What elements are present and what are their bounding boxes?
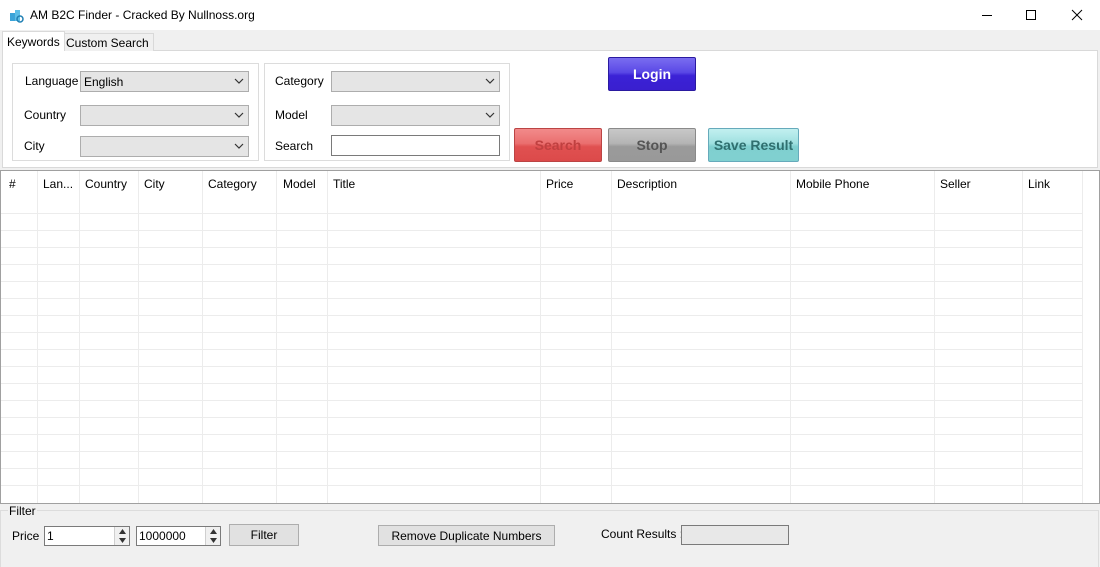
stepper-buttons bbox=[114, 527, 129, 545]
grid-line bbox=[1, 213, 1083, 214]
stepper-down-button[interactable] bbox=[206, 536, 220, 545]
grid-line bbox=[1, 315, 1083, 316]
minimize-icon bbox=[982, 15, 992, 16]
stepper-up-button[interactable] bbox=[115, 527, 129, 536]
country-select[interactable] bbox=[80, 105, 249, 126]
grid-line bbox=[790, 171, 791, 503]
search-input[interactable] bbox=[331, 135, 500, 156]
filter-group-label: Filter bbox=[8, 504, 37, 518]
language-select[interactable]: English bbox=[80, 71, 249, 92]
stepper-down-button[interactable] bbox=[115, 536, 129, 545]
column-header-title[interactable]: Title bbox=[327, 171, 540, 199]
grid-line bbox=[1, 451, 1083, 452]
column-header-seller[interactable]: Seller bbox=[934, 171, 1022, 199]
grid-line bbox=[611, 171, 612, 503]
column-header-index[interactable]: # bbox=[3, 171, 37, 199]
chevron-down-icon bbox=[118, 538, 126, 543]
login-button[interactable]: Login bbox=[608, 57, 696, 91]
chevron-down-icon bbox=[234, 78, 244, 84]
grid-line bbox=[540, 171, 541, 503]
grid-line bbox=[1, 400, 1083, 401]
stepper-buttons bbox=[205, 527, 220, 545]
column-header-model[interactable]: Model bbox=[277, 171, 327, 199]
grid-header: # Lan... Country City Category Model Tit… bbox=[1, 171, 1099, 199]
title-bar: AM B2C Finder - Cracked By Nullnoss.org bbox=[0, 0, 1100, 30]
grid-line bbox=[1, 230, 1083, 231]
grid-line bbox=[37, 171, 38, 503]
grid-line bbox=[327, 171, 328, 503]
model-label: Model bbox=[275, 108, 308, 122]
column-header-city[interactable]: City bbox=[138, 171, 203, 199]
search-button[interactable]: Search bbox=[514, 128, 602, 162]
category-label: Category bbox=[275, 74, 324, 88]
grid-line bbox=[202, 171, 203, 503]
grid-line bbox=[276, 171, 277, 503]
grid-line bbox=[79, 171, 80, 503]
grid-line bbox=[1022, 171, 1023, 503]
count-results-field bbox=[681, 525, 789, 545]
price-label: Price bbox=[12, 529, 40, 543]
column-header-country[interactable]: Country bbox=[79, 171, 138, 199]
save-result-button[interactable]: Save Result bbox=[708, 128, 799, 162]
filter-button[interactable]: Filter bbox=[229, 524, 299, 546]
language-label: Language bbox=[25, 74, 79, 88]
grid-line bbox=[1, 264, 1083, 265]
grid-line bbox=[1082, 171, 1083, 503]
app-icon bbox=[10, 10, 24, 23]
close-icon bbox=[1071, 9, 1083, 21]
maximize-button[interactable] bbox=[1008, 0, 1054, 30]
price-min-value: 1 bbox=[47, 529, 54, 543]
chevron-down-icon bbox=[234, 112, 244, 118]
model-select[interactable] bbox=[331, 105, 500, 126]
grid-line bbox=[1, 434, 1083, 435]
results-grid[interactable]: # Lan... Country City Category Model Tit… bbox=[0, 170, 1100, 504]
grid-line bbox=[1, 298, 1083, 299]
grid-line bbox=[1, 383, 1083, 384]
count-results-label: Count Results : bbox=[601, 527, 684, 541]
country-label: Country bbox=[24, 108, 67, 122]
grid-line bbox=[1, 247, 1083, 248]
chevron-up-icon bbox=[209, 529, 217, 534]
grid-line bbox=[1, 366, 1083, 367]
grid-line bbox=[1, 417, 1083, 418]
category-select[interactable] bbox=[331, 71, 500, 92]
city-select[interactable] bbox=[80, 136, 249, 157]
column-header-link[interactable]: Link bbox=[1022, 171, 1082, 199]
stepper-up-button[interactable] bbox=[206, 527, 220, 536]
search-label: Search bbox=[275, 139, 314, 153]
chevron-down-icon bbox=[209, 538, 217, 543]
column-header-price[interactable]: Price bbox=[540, 171, 611, 199]
price-max-value: 1000000 bbox=[139, 529, 186, 543]
remove-duplicates-button[interactable]: Remove Duplicate Numbers bbox=[378, 525, 555, 546]
stop-button[interactable]: Stop bbox=[608, 128, 696, 162]
language-value: English bbox=[84, 74, 124, 89]
column-header-language[interactable]: Lan... bbox=[37, 171, 79, 199]
minimize-button[interactable] bbox=[964, 0, 1010, 30]
price-max-stepper[interactable]: 1000000 bbox=[136, 526, 221, 546]
tab-custom-search[interactable]: Custom Search bbox=[61, 33, 154, 51]
grid-line bbox=[138, 171, 139, 503]
grid-line bbox=[1, 349, 1083, 350]
column-header-mobile-phone[interactable]: Mobile Phone bbox=[790, 171, 934, 199]
column-header-description[interactable]: Description bbox=[611, 171, 790, 199]
grid-line bbox=[1, 281, 1083, 282]
chevron-down-icon bbox=[234, 143, 244, 149]
grid-line bbox=[934, 171, 935, 503]
tab-keywords[interactable]: Keywords bbox=[2, 31, 65, 51]
grid-line bbox=[1, 485, 1083, 486]
grid-line bbox=[1, 332, 1083, 333]
price-min-stepper[interactable]: 1 bbox=[44, 526, 130, 546]
chevron-up-icon bbox=[118, 529, 126, 534]
window-title: AM B2C Finder - Cracked By Nullnoss.org bbox=[30, 8, 255, 22]
close-button[interactable] bbox=[1054, 0, 1100, 30]
chevron-down-icon bbox=[485, 112, 495, 118]
column-header-category[interactable]: Category bbox=[202, 171, 276, 199]
chevron-down-icon bbox=[485, 78, 495, 84]
maximize-icon bbox=[1026, 10, 1036, 20]
city-label: City bbox=[24, 139, 45, 153]
grid-line bbox=[1, 468, 1083, 469]
